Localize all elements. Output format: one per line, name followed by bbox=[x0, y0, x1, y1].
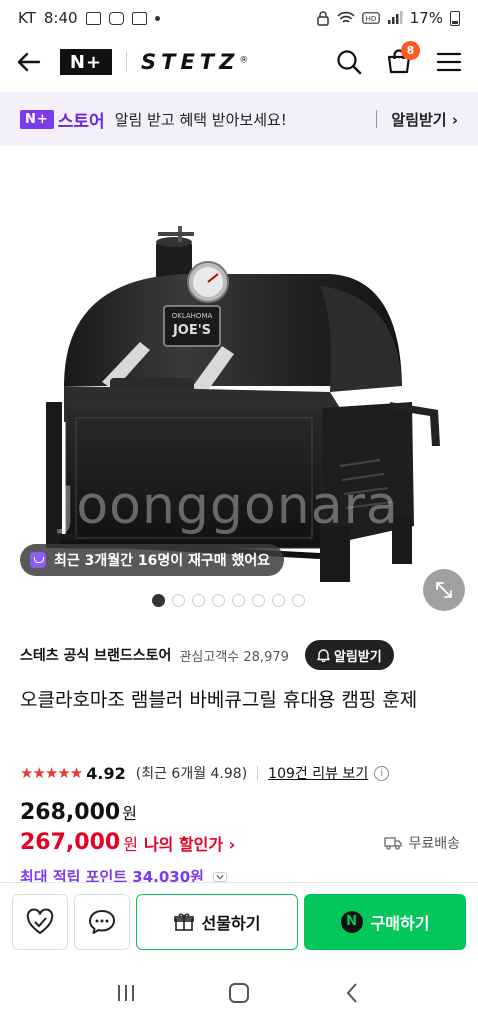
menu-button[interactable] bbox=[434, 47, 464, 77]
original-price: 268,000 원 bbox=[20, 800, 137, 825]
brand-logo[interactable]: STETZ® bbox=[141, 50, 248, 74]
top-header: N+ STETZ® 8 bbox=[0, 36, 478, 88]
chat-bubble-icon bbox=[89, 909, 115, 934]
cart-count-badge: 8 bbox=[401, 41, 420, 60]
carousel-dot[interactable] bbox=[212, 594, 225, 607]
plaque-top-text: OKLAHOMA bbox=[172, 312, 213, 320]
store-alarm-label: 알림받기 bbox=[333, 649, 382, 665]
home-icon bbox=[228, 983, 249, 1003]
carousel-pagination bbox=[152, 594, 305, 607]
promo-text: 알림 받고 혜택 받아보세요! bbox=[114, 110, 287, 129]
gift-icon bbox=[173, 913, 194, 931]
hamburger-menu-icon bbox=[436, 52, 462, 72]
bell-icon bbox=[317, 649, 330, 662]
status-bar: KT 8:40 HD 17% bbox=[0, 0, 478, 36]
chevron-left-icon bbox=[346, 983, 357, 1003]
rating-divider bbox=[257, 766, 259, 780]
sale-price-value: 267,000 bbox=[20, 830, 121, 855]
wifi-icon bbox=[337, 11, 355, 23]
carousel-dot[interactable] bbox=[232, 594, 245, 607]
carrier-label: KT bbox=[18, 9, 36, 27]
product-title: 오클라호마조 램블러 바베큐그릴 휴대용 캠핑 훈제 bbox=[20, 689, 418, 711]
battery-percent: 17% bbox=[409, 9, 443, 27]
original-price-currency: 원 bbox=[122, 804, 137, 823]
clock: 8:40 bbox=[43, 9, 78, 27]
carousel-dot[interactable] bbox=[172, 594, 185, 607]
rating-recent: (최근 6개월 4.98) bbox=[135, 766, 248, 782]
chevron-down-icon bbox=[213, 872, 228, 882]
home-button[interactable] bbox=[219, 973, 259, 1013]
carousel-dot[interactable] bbox=[272, 594, 285, 607]
shipping-info: 무료배송 bbox=[384, 833, 460, 853]
promo-subscribe-button[interactable]: 알림받기 › bbox=[391, 109, 458, 130]
rating-stars: ★★★★★ bbox=[20, 764, 83, 782]
recent-apps-button[interactable] bbox=[106, 973, 146, 1013]
expand-arrows-icon bbox=[436, 582, 452, 598]
shopping-bag-icon bbox=[30, 552, 46, 568]
original-price-value: 268,000 bbox=[20, 800, 121, 825]
repurchase-text: 최근 3개월간 16명이 재구매 했어요 bbox=[54, 553, 271, 569]
back-arrow-icon bbox=[17, 52, 41, 72]
brand-registered-mark: ® bbox=[239, 55, 249, 66]
carousel-dot[interactable] bbox=[152, 594, 165, 607]
promo-store-label: 스토어 bbox=[57, 111, 105, 132]
buy-button[interactable]: N 구매하기 bbox=[304, 893, 466, 950]
store-alarm-button[interactable]: 알림받기 bbox=[304, 640, 394, 670]
naver-pay-icon: N bbox=[340, 910, 363, 933]
store-fans-label: 관심고객수 bbox=[179, 649, 240, 665]
search-icon bbox=[337, 50, 362, 75]
store-fans: 관심고객수 28,979 bbox=[179, 646, 288, 665]
cart-button[interactable]: 8 bbox=[384, 41, 420, 77]
carousel-dot[interactable] bbox=[252, 594, 265, 607]
expand-image-button[interactable] bbox=[423, 569, 465, 611]
my-discount-link[interactable]: 나의 할인가 › bbox=[144, 831, 235, 855]
hd-icon: HD bbox=[361, 12, 380, 24]
promo-nplus-logo: N+ bbox=[20, 109, 54, 129]
cube-icon bbox=[108, 11, 124, 25]
heart-check-icon bbox=[26, 908, 54, 934]
rating-row: ★★★★★ 4.92 (최근 6개월 4.98) 109건 리뷰 보기 i bbox=[20, 762, 390, 784]
back-nav-button[interactable] bbox=[332, 973, 372, 1013]
watermark-text: Joonggonara bbox=[60, 476, 399, 536]
sale-price-row: 267,000 원 나의 할인가 › 무료배송 bbox=[20, 830, 460, 855]
buy-label: 구매하기 bbox=[370, 913, 430, 933]
recent-apps-icon bbox=[118, 985, 135, 1001]
carousel-dot[interactable] bbox=[292, 594, 305, 607]
more-notifications-icon bbox=[154, 15, 160, 21]
header-divider bbox=[126, 52, 127, 72]
svg-text:HD: HD bbox=[365, 15, 376, 23]
back-button[interactable] bbox=[14, 47, 44, 77]
rating-value: 4.92 bbox=[86, 763, 126, 783]
store-name-link[interactable]: 스테츠 공식 브랜드스토어 bbox=[20, 645, 171, 665]
shipping-label: 무료배송 bbox=[408, 835, 460, 852]
signal-icon bbox=[387, 11, 403, 24]
promo-divider bbox=[376, 110, 378, 128]
product-image-carousel[interactable]: OKLAHOMA JOE'S Joonggonara 최근 3개월간 16명이 … bbox=[0, 146, 478, 616]
brand-name: STETZ bbox=[141, 50, 240, 74]
voicemail-icon bbox=[131, 11, 147, 25]
sale-price-currency: 원 bbox=[123, 834, 138, 854]
talktalk-button[interactable] bbox=[74, 893, 130, 950]
search-button[interactable] bbox=[334, 47, 364, 77]
bottom-action-bar: 선물하기 N 구매하기 bbox=[0, 882, 478, 960]
plaque-main-text: JOE'S bbox=[172, 323, 211, 338]
store-notification-banner[interactable]: N+ 스토어 알림 받고 혜택 받아보세요! 알림받기 › bbox=[0, 92, 478, 146]
gallery-icon bbox=[85, 11, 101, 25]
repurchase-badge: 최근 3개월간 16명이 재구매 했어요 bbox=[20, 544, 285, 576]
nplus-logo[interactable]: N+ bbox=[60, 49, 112, 75]
review-link[interactable]: 109건 리뷰 보기 bbox=[268, 763, 368, 783]
system-navigation-bar bbox=[0, 962, 478, 1024]
gift-label: 선물하기 bbox=[201, 913, 261, 933]
alarm-lock-icon bbox=[316, 10, 329, 26]
gift-button[interactable]: 선물하기 bbox=[136, 893, 298, 950]
store-info-row: 스테츠 공식 브랜드스토어 관심고객수 28,979 알림받기 bbox=[20, 640, 460, 670]
truck-icon bbox=[384, 836, 403, 850]
carousel-dot[interactable] bbox=[192, 594, 205, 607]
info-icon[interactable]: i bbox=[374, 765, 390, 781]
store-fans-count: 28,979 bbox=[243, 649, 289, 665]
wishlist-button[interactable] bbox=[12, 893, 68, 950]
battery-icon bbox=[450, 10, 460, 26]
